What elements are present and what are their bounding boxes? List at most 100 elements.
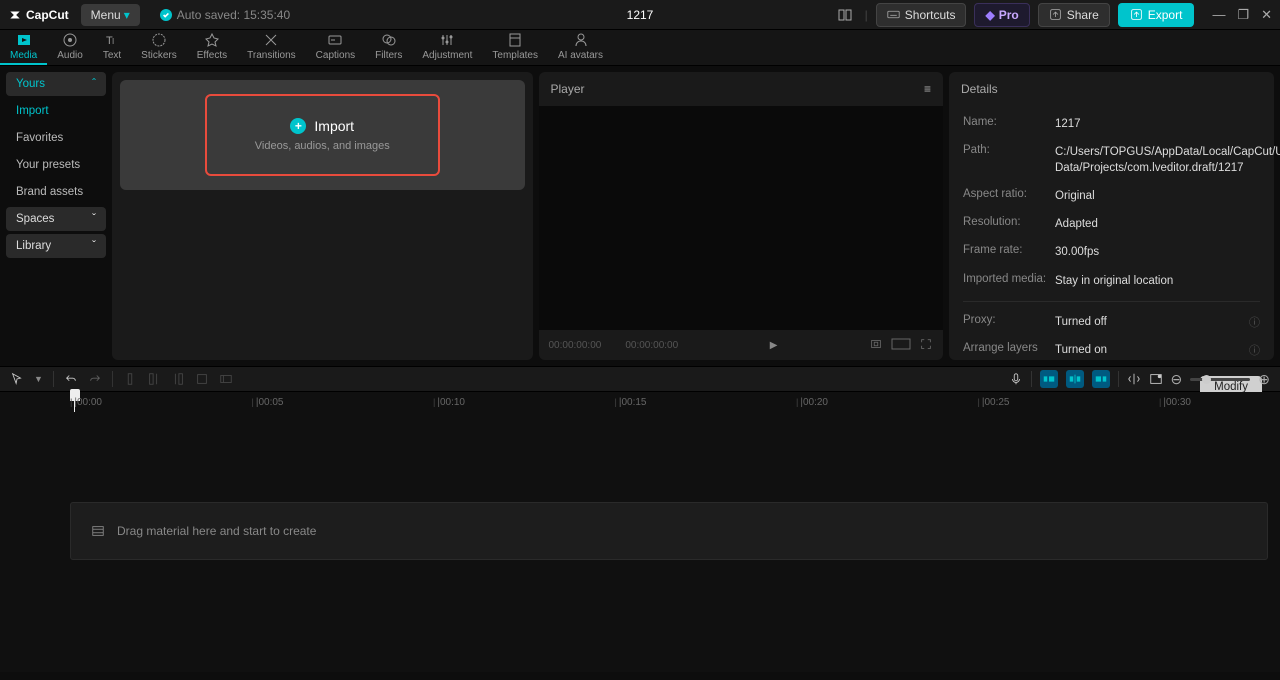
adjustment-icon [439, 32, 455, 48]
tab-text[interactable]: TI Text [93, 30, 131, 65]
captions-icon [327, 32, 343, 48]
preview-toggle-icon[interactable] [1149, 372, 1163, 386]
shortcuts-button[interactable]: Shortcuts [876, 3, 967, 27]
panel-menu-icon[interactable]: ≡ [924, 82, 931, 96]
details-title: Details [961, 82, 998, 96]
drop-track[interactable]: Drag material here and start to create [70, 502, 1268, 560]
transitions-icon [263, 32, 279, 48]
split-right-tool[interactable] [171, 372, 185, 386]
tab-transitions[interactable]: Transitions [237, 30, 306, 65]
import-title: Import [314, 118, 354, 134]
ruler-tick: |00:25 [978, 392, 1010, 412]
arrange-label: Arrange layers [963, 342, 1055, 358]
ruler-tick: |00:05 [252, 392, 284, 412]
framerate-label: Frame rate: [963, 244, 1055, 260]
ruler-tick: |00:10 [433, 392, 465, 412]
text-icon: TI [104, 32, 120, 48]
player-viewport[interactable] [539, 106, 944, 330]
zoom-out-icon[interactable]: ⊖ [1171, 371, 1183, 388]
minimize-button[interactable]: — [1212, 7, 1225, 23]
tab-effects[interactable]: Effects [187, 30, 237, 65]
tab-captions[interactable]: Captions [306, 30, 365, 65]
framerate-value: 30.00fps [1055, 244, 1260, 260]
tab-templates[interactable]: Templates [482, 30, 548, 65]
proxy-value: Turned offⓘ [1055, 314, 1260, 330]
import-dropzone[interactable]: + Import Videos, audios, and images [120, 80, 525, 190]
crop-tool[interactable] [195, 372, 209, 386]
title-bar: CapCut Menu ▾ Auto saved: 15:35:40 1217 … [0, 0, 1280, 30]
tab-adjustment[interactable]: Adjustment [412, 30, 482, 65]
category-toolbar: Media Audio TI Text Stickers Effects Tra… [0, 30, 1280, 66]
play-button[interactable]: ▶ [770, 340, 778, 351]
svg-text:I: I [112, 37, 114, 46]
media-panel: + Import Videos, audios, and images [112, 72, 533, 360]
align-icon[interactable] [1127, 372, 1141, 386]
resolution-value: Adapted [1055, 216, 1260, 232]
zoom-slider[interactable] [1190, 378, 1250, 381]
undo-button[interactable] [64, 372, 78, 386]
ruler-tick: |00:30 [1159, 392, 1191, 412]
chevron-up-icon: ˆ [92, 78, 96, 90]
snapshot-icon[interactable] [869, 337, 883, 354]
details-panel: Details Name:1217 Path:C:/Users/TOPGUS/A… [949, 72, 1274, 360]
imported-value: Stay in original location [1055, 273, 1260, 289]
tab-media[interactable]: Media [0, 30, 47, 65]
player-panel: Player ≡ 00:00:00:00 00:00:00:00 ▶ [539, 72, 944, 360]
tab-stickers[interactable]: Stickers [131, 30, 187, 65]
pro-button[interactable]: ◆ Pro [974, 3, 1029, 27]
library-dropdown[interactable]: Library ˇ [6, 234, 106, 258]
import-subtitle: Videos, audios, and images [255, 140, 390, 152]
sidebar-item-import[interactable]: Import [6, 99, 106, 123]
arrange-value: Turned onⓘ [1055, 342, 1260, 358]
magnet-right-icon[interactable] [1092, 370, 1110, 388]
cursor-tool[interactable] [10, 372, 24, 386]
fullscreen-icon[interactable] [919, 337, 933, 354]
sidebar-item-favorites[interactable]: Favorites [6, 126, 106, 150]
imported-label: Imported media: [963, 273, 1055, 289]
avatar-icon [573, 32, 589, 48]
zoom-in-icon[interactable]: ⊕ [1258, 371, 1270, 388]
vertical-sep: | [865, 8, 868, 22]
share-button[interactable]: Share [1038, 3, 1110, 27]
path-value: C:/Users/TOPGUS/AppData/Local/CapCut/Use… [1055, 144, 1280, 176]
name-value: 1217 [1055, 116, 1260, 132]
proxy-label: Proxy: [963, 314, 1055, 330]
maximize-button[interactable]: ❐ [1237, 7, 1249, 23]
sidebar-item-presets[interactable]: Your presets [6, 153, 106, 177]
redo-button[interactable] [88, 372, 102, 386]
magnet-center-icon[interactable] [1066, 370, 1084, 388]
tab-filters[interactable]: Filters [365, 30, 412, 65]
import-highlight-box: + Import Videos, audios, and images [205, 94, 440, 176]
ruler-tick: |00:00 [70, 392, 102, 412]
ratio-icon[interactable] [891, 338, 911, 353]
timeline-ruler[interactable]: |00:00 |00:05 |00:10 |00:15 |00:20 |00:2… [0, 392, 1280, 412]
menu-button[interactable]: Menu ▾ [81, 4, 140, 26]
project-title: 1217 [627, 8, 654, 22]
keyboard-icon [887, 8, 900, 21]
tab-ai-avatars[interactable]: AI avatars [548, 30, 613, 65]
magnet-left-icon[interactable] [1040, 370, 1058, 388]
frame-tool[interactable] [219, 372, 233, 386]
close-button[interactable]: ✕ [1261, 7, 1272, 23]
split-left-tool[interactable] [147, 372, 161, 386]
export-icon [1130, 8, 1143, 21]
layout-icon[interactable] [833, 3, 857, 27]
app-logo: CapCut [8, 8, 69, 22]
autosave-status: Auto saved: 15:35:40 [160, 8, 290, 22]
info-icon[interactable]: ⓘ [1249, 344, 1260, 359]
drop-hint: Drag material here and start to create [117, 524, 316, 538]
timeline-body[interactable]: Drag material here and start to create [0, 412, 1280, 672]
time-current: 00:00:00:00 [549, 340, 602, 351]
spaces-dropdown[interactable]: Spaces ˇ [6, 207, 106, 231]
sidebar-item-brand[interactable]: Brand assets [6, 180, 106, 204]
tab-audio[interactable]: Audio [47, 30, 93, 65]
mic-icon[interactable] [1009, 372, 1023, 386]
ruler-tick: |00:15 [615, 392, 647, 412]
share-icon [1049, 8, 1062, 21]
cursor-dropdown-icon[interactable]: ▼ [34, 374, 43, 384]
yours-dropdown[interactable]: Yours ˆ [6, 72, 106, 96]
info-icon[interactable]: ⓘ [1249, 316, 1260, 331]
export-button[interactable]: Export [1118, 3, 1195, 27]
check-icon [160, 9, 172, 21]
split-tool[interactable] [123, 372, 137, 386]
